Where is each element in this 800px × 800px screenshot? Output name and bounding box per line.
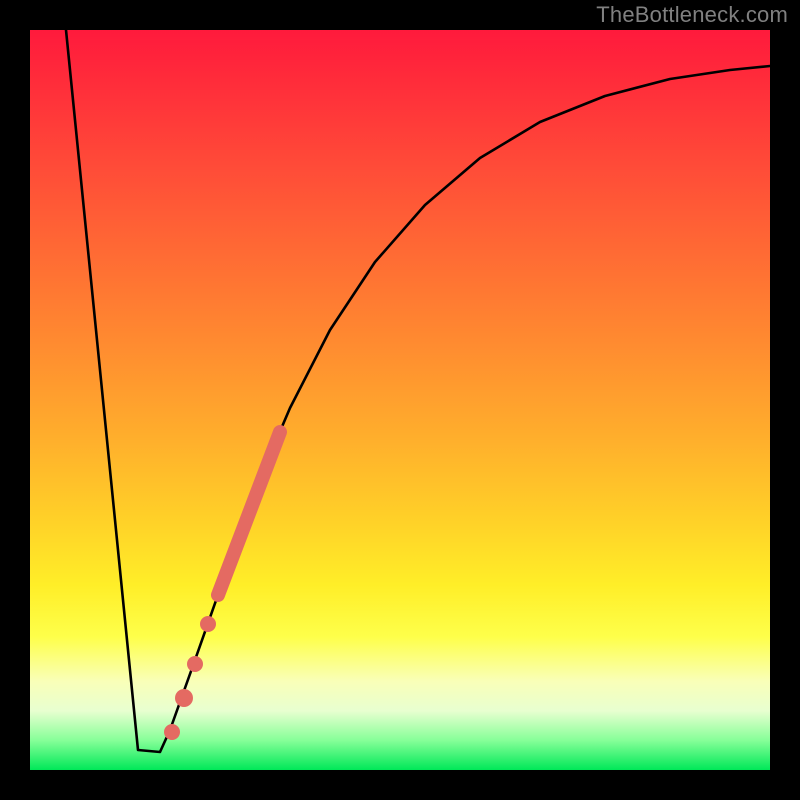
highlight-dot	[164, 724, 180, 740]
curve-layer	[30, 30, 770, 770]
highlight-dot	[187, 656, 203, 672]
highlight-dot	[175, 689, 193, 707]
plot-area	[30, 30, 770, 770]
watermark-text: TheBottleneck.com	[596, 2, 788, 28]
highlight-segment-main	[218, 432, 280, 595]
highlight-dot	[200, 616, 216, 632]
chart-frame: TheBottleneck.com	[0, 0, 800, 800]
bottleneck-curve	[66, 30, 770, 752]
